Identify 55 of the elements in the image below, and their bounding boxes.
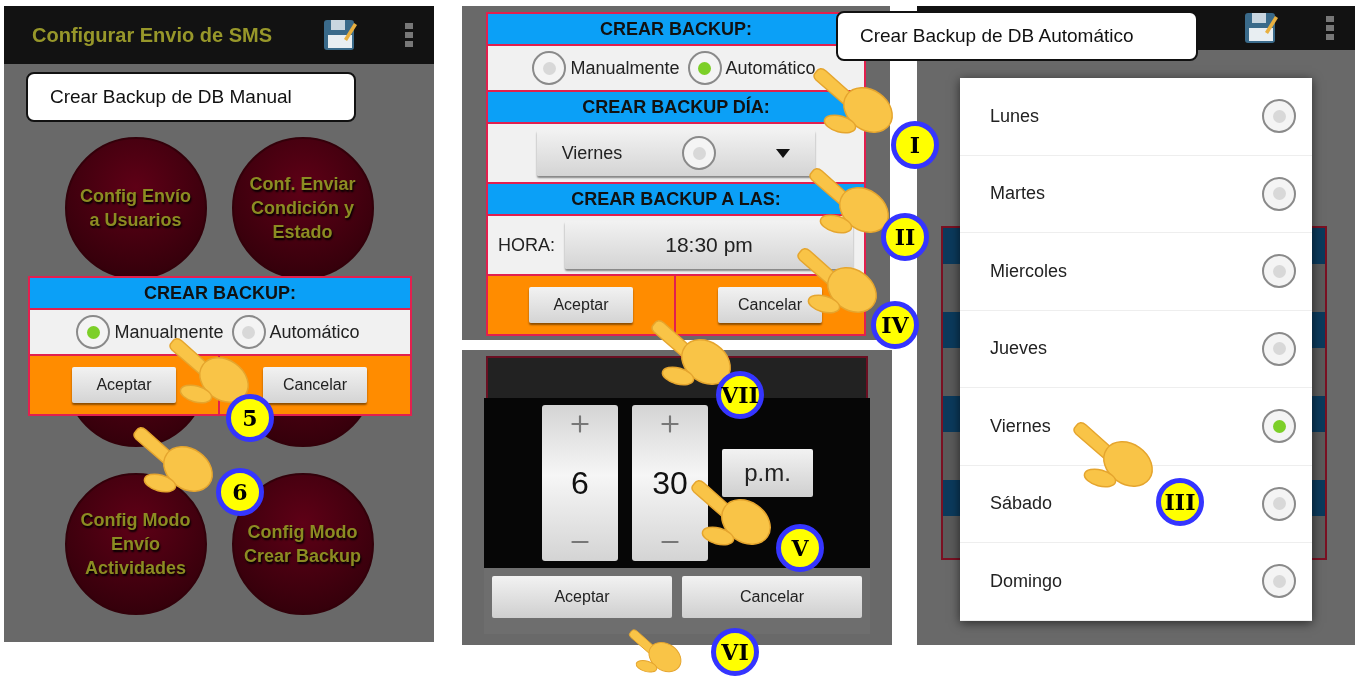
option-label: Manualmente (570, 57, 680, 79)
day-label: Jueves (990, 338, 1048, 360)
section-header: CREAR BACKUP: (30, 278, 410, 310)
radio-button[interactable] (1262, 99, 1296, 134)
radio-button[interactable] (1262, 486, 1296, 521)
time-button[interactable]: 18:30 pm (565, 221, 854, 269)
radio-button[interactable] (687, 51, 722, 85)
day-option[interactable]: Jueves (960, 310, 1312, 388)
day-dropdown[interactable]: Viernes (537, 130, 815, 176)
app-title: Configurar Envio de SMS (32, 23, 274, 47)
day-option[interactable]: Lunes (960, 78, 1312, 156)
option-label: Automático (269, 321, 360, 343)
radio-button[interactable] (1262, 564, 1296, 599)
day-option[interactable]: Domingo (960, 543, 1312, 621)
radio-button[interactable] (231, 315, 266, 349)
radio-button[interactable] (1262, 409, 1296, 444)
radio-button[interactable] (76, 315, 111, 349)
dropdown-caret-icon (776, 148, 791, 158)
day-label: Sábado (990, 493, 1053, 515)
more-menu-icon[interactable] (1325, 15, 1335, 41)
form-button[interactable]: Aceptar (529, 287, 633, 323)
more-menu-icon[interactable] (404, 22, 414, 48)
period-button[interactable]: p.m. (722, 449, 813, 497)
dialog-button[interactable]: Cancelar (682, 576, 862, 618)
callout-label: Crear Backup de DB Manual (26, 72, 356, 122)
radio-button[interactable] (532, 51, 567, 85)
day-label: Viernes (990, 415, 1051, 437)
radio-button[interactable] (1262, 254, 1296, 289)
day-label: Martes (990, 183, 1046, 205)
dialog-button[interactable]: Cancelar (263, 367, 367, 403)
day-label: Miercoles (990, 260, 1068, 282)
step-number-badge: IV (871, 301, 919, 349)
day-label: Lunes (990, 105, 1040, 127)
dialog-button[interactable]: Aceptar (492, 576, 672, 618)
day-option[interactable]: Martes (960, 155, 1312, 233)
form-button[interactable]: Cancelar (718, 287, 822, 323)
day-label: Domingo (990, 570, 1063, 592)
radio-button[interactable] (1262, 331, 1296, 366)
step-number-badge: VI (711, 628, 759, 676)
time-label: HORA: (498, 234, 556, 256)
option-label: Manualmente (114, 321, 224, 343)
section-header: CREAR BACKUP A LAS: (488, 184, 864, 216)
picker-value: 30 (652, 464, 688, 502)
menu-circle-button[interactable]: Conf. Enviar Condición y Estado (231, 137, 374, 279)
menu-circle-button[interactable]: Config Envío a Usuarios (64, 137, 207, 279)
floppy-disk-icon[interactable] (322, 17, 358, 53)
radio-icon (682, 136, 717, 170)
floppy-disk-icon[interactable] (1243, 10, 1279, 46)
radio-button[interactable] (1262, 176, 1296, 211)
day-option[interactable]: Miercoles (960, 233, 1312, 311)
dialog-button[interactable]: Aceptar (72, 367, 176, 403)
option-label: Automático (725, 57, 816, 79)
step-number-badge: I (891, 121, 939, 169)
picker-value: 6 (571, 464, 589, 502)
menu-circle-button[interactable]: Config Modo Envío Actividades (64, 473, 207, 615)
